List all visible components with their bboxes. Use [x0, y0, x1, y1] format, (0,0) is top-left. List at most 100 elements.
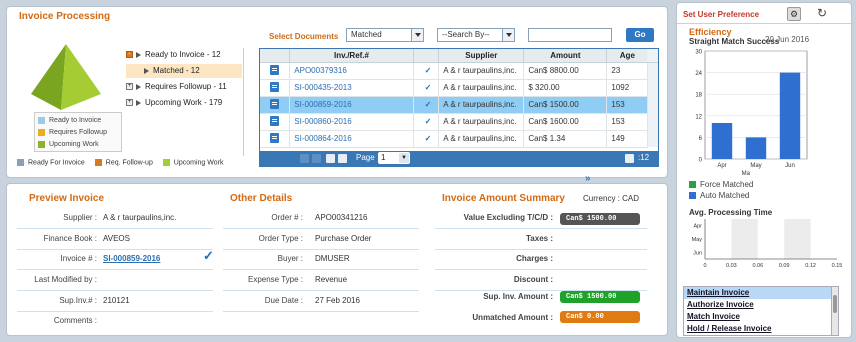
- link-authorize-invoice[interactable]: Authorize Invoice: [684, 299, 838, 311]
- x-tick-label: 0.09: [779, 263, 790, 269]
- y-tick-label: 12: [695, 114, 702, 120]
- x-tick-label: Jun: [785, 163, 795, 169]
- page-select[interactable]: 1 ▼: [378, 152, 410, 164]
- pyramid-legend: Ready to Invoice Requires Followup Upcom…: [34, 112, 122, 152]
- link-match-invoice[interactable]: Match Invoice: [684, 311, 838, 323]
- prev-page-button[interactable]: [312, 154, 321, 163]
- invoice-number-label: Invoice # :: [60, 254, 97, 263]
- table-row[interactable]: APO00379316 ✓ A & r taurpaulins,inc. Can…: [260, 62, 658, 80]
- x-tick-label: 0.15: [832, 263, 843, 269]
- invoice-processing-title: Invoice Processing: [19, 11, 111, 22]
- verified-check-icon: ✓: [203, 248, 214, 263]
- search-input[interactable]: [528, 28, 612, 42]
- checkmark-icon: ✓: [413, 113, 440, 131]
- tree-item-upcoming-work[interactable]: + Upcoming Work - 179: [126, 96, 222, 110]
- go-button[interactable]: Go: [626, 28, 654, 42]
- checkmark-icon: ✓: [413, 62, 440, 80]
- sup-inv-amount-value: Can$ 1500.00: [560, 291, 640, 303]
- due-date-label: Due Date :: [264, 296, 303, 305]
- table-row[interactable]: SI-000435-2013 ✓ A & r taurpaulins,inc. …: [260, 79, 658, 97]
- amount-cell: Can$ 8800.00: [523, 62, 608, 80]
- grid-header-row: Inv./Ref.# Supplier Amount Age: [260, 49, 658, 63]
- chart-legend: Force Matched Auto Matched: [689, 179, 753, 201]
- invoice-ref-link[interactable]: SI-000859-2016: [289, 96, 414, 114]
- age-cell: 153: [606, 113, 648, 131]
- y-tick-label: 0: [699, 158, 703, 164]
- invoice-number-link[interactable]: SI-000859-2016: [103, 254, 160, 263]
- col-age[interactable]: Age: [606, 49, 648, 63]
- grid-settings-icon[interactable]: [625, 154, 634, 163]
- document-icon[interactable]: [270, 81, 280, 92]
- invoice-grid: Inv./Ref.# Supplier Amount Age APO003793…: [259, 48, 659, 167]
- refresh-icon[interactable]: ↻: [817, 6, 827, 20]
- age-cell: 23: [606, 62, 648, 80]
- finance-book-label: Finance Book :: [43, 234, 97, 243]
- link-hold-release-invoice[interactable]: Hold / Release Invoice: [684, 323, 838, 335]
- table-row[interactable]: SI-000860-2016 ✓ A & r taurpaulins,inc. …: [260, 113, 658, 131]
- col-ref[interactable]: Inv./Ref.#: [289, 49, 414, 63]
- tree-item-ready-to-invoice[interactable]: - Ready to Invoice - 12: [126, 48, 221, 62]
- details-panel: Preview Invoice Other Details Invoice Am…: [6, 183, 668, 336]
- value-excl-label: Value Excluding T/C/D :: [463, 213, 553, 222]
- right-panel: Set User Preference ⚙ ↻ Efficiency Strai…: [676, 2, 852, 338]
- supplier-cell: A & r taurpaulins,inc.: [438, 96, 525, 114]
- page-label: Page: [356, 153, 375, 162]
- status-tree: - Ready to Invoice - 12 Matched - 12 + Req…: [124, 48, 244, 156]
- supplier-value: A & r taurpaulins,inc.: [103, 213, 177, 222]
- order-type-value: Purchase Order: [315, 234, 372, 243]
- col-supplier[interactable]: Supplier: [438, 49, 525, 63]
- checkmark-icon: ✓: [413, 130, 440, 148]
- straight-match-chart: 0 6 12 18 24 30 Apr May Jun Ma: [695, 50, 808, 177]
- invoice-ref-link[interactable]: SI-000435-2013: [289, 79, 414, 97]
- last-modified-label: Last Modified by :: [34, 275, 97, 284]
- last-page-button[interactable]: [338, 154, 347, 163]
- quick-links: Maintain Invoice Authorize Invoice Match…: [683, 286, 839, 336]
- amount-cell: Can$ 1600.00: [523, 113, 608, 131]
- chart-date: 20 Jun 2016: [765, 35, 810, 44]
- supplier-cell: A & r taurpaulins,inc.: [438, 79, 525, 97]
- tree-item-requires-followup[interactable]: + Requires Followup - 11: [126, 80, 227, 94]
- age-cell: 153: [606, 96, 648, 114]
- x-tick-label: 0.12: [805, 263, 816, 269]
- table-row[interactable]: SI-000864-2016 ✓ A & r taurpaulins,inc. …: [260, 130, 658, 148]
- user-settings-icon[interactable]: ⚙: [787, 7, 801, 21]
- age-cell: 149: [606, 130, 648, 148]
- invoice-ref-link[interactable]: APO00379316: [289, 62, 414, 80]
- search-by-dropdown[interactable]: --Search By--: [437, 28, 515, 42]
- document-icon[interactable]: [270, 98, 280, 109]
- x-tick-label: 0: [703, 263, 706, 269]
- amount-cell: Can$ 1.34: [523, 130, 608, 148]
- link-maintain-invoice[interactable]: Maintain Invoice: [684, 287, 838, 299]
- unmatched-amount-label: Unmatched Amount :: [472, 313, 553, 322]
- document-icon[interactable]: [270, 132, 280, 143]
- sup-inv-amount-label: Sup. Inv. Amount :: [483, 292, 553, 301]
- tree-item-matched[interactable]: Matched - 12: [126, 64, 242, 78]
- supplier-cell: A & r taurpaulins,inc.: [438, 113, 525, 131]
- first-page-button[interactable]: [300, 154, 309, 163]
- x-tick-label: 0.06: [752, 263, 763, 269]
- buyer-value: DMUSER: [315, 254, 350, 263]
- band: [731, 219, 758, 259]
- table-row-selected[interactable]: SI-000859-2016 ✓ A & r taurpaulins,inc. …: [260, 96, 658, 114]
- invoice-ref-link[interactable]: SI-000860-2016: [289, 113, 414, 131]
- invoice-summary-title: Invoice Amount Summary: [442, 193, 565, 204]
- document-icon[interactable]: [270, 115, 280, 126]
- legend-item: Ready to Invoice: [38, 115, 118, 127]
- select-documents-label: Select Documents: [269, 32, 339, 41]
- x-tick-label: 0.03: [726, 263, 737, 269]
- age-cell: 1092: [606, 79, 648, 97]
- checkmark-icon: ✓: [413, 96, 440, 114]
- preview-invoice-title: Preview Invoice: [29, 193, 105, 204]
- expense-type-label: Expense Type :: [248, 275, 303, 284]
- invoice-ref-link[interactable]: SI-000864-2016: [289, 130, 414, 148]
- bar-may: [745, 137, 767, 159]
- links-scrollbar[interactable]: [831, 287, 838, 335]
- bar-jun: [779, 72, 801, 159]
- document-icon[interactable]: [270, 64, 280, 75]
- unmatched-amount-value: Can$ 0.00: [560, 311, 640, 323]
- select-documents-dropdown[interactable]: Matched: [346, 28, 424, 42]
- order-number-label: Order # :: [271, 213, 303, 222]
- col-amount[interactable]: Amount: [523, 49, 608, 63]
- next-page-button[interactable]: [326, 154, 335, 163]
- sup-inv-value: 210121: [103, 296, 130, 305]
